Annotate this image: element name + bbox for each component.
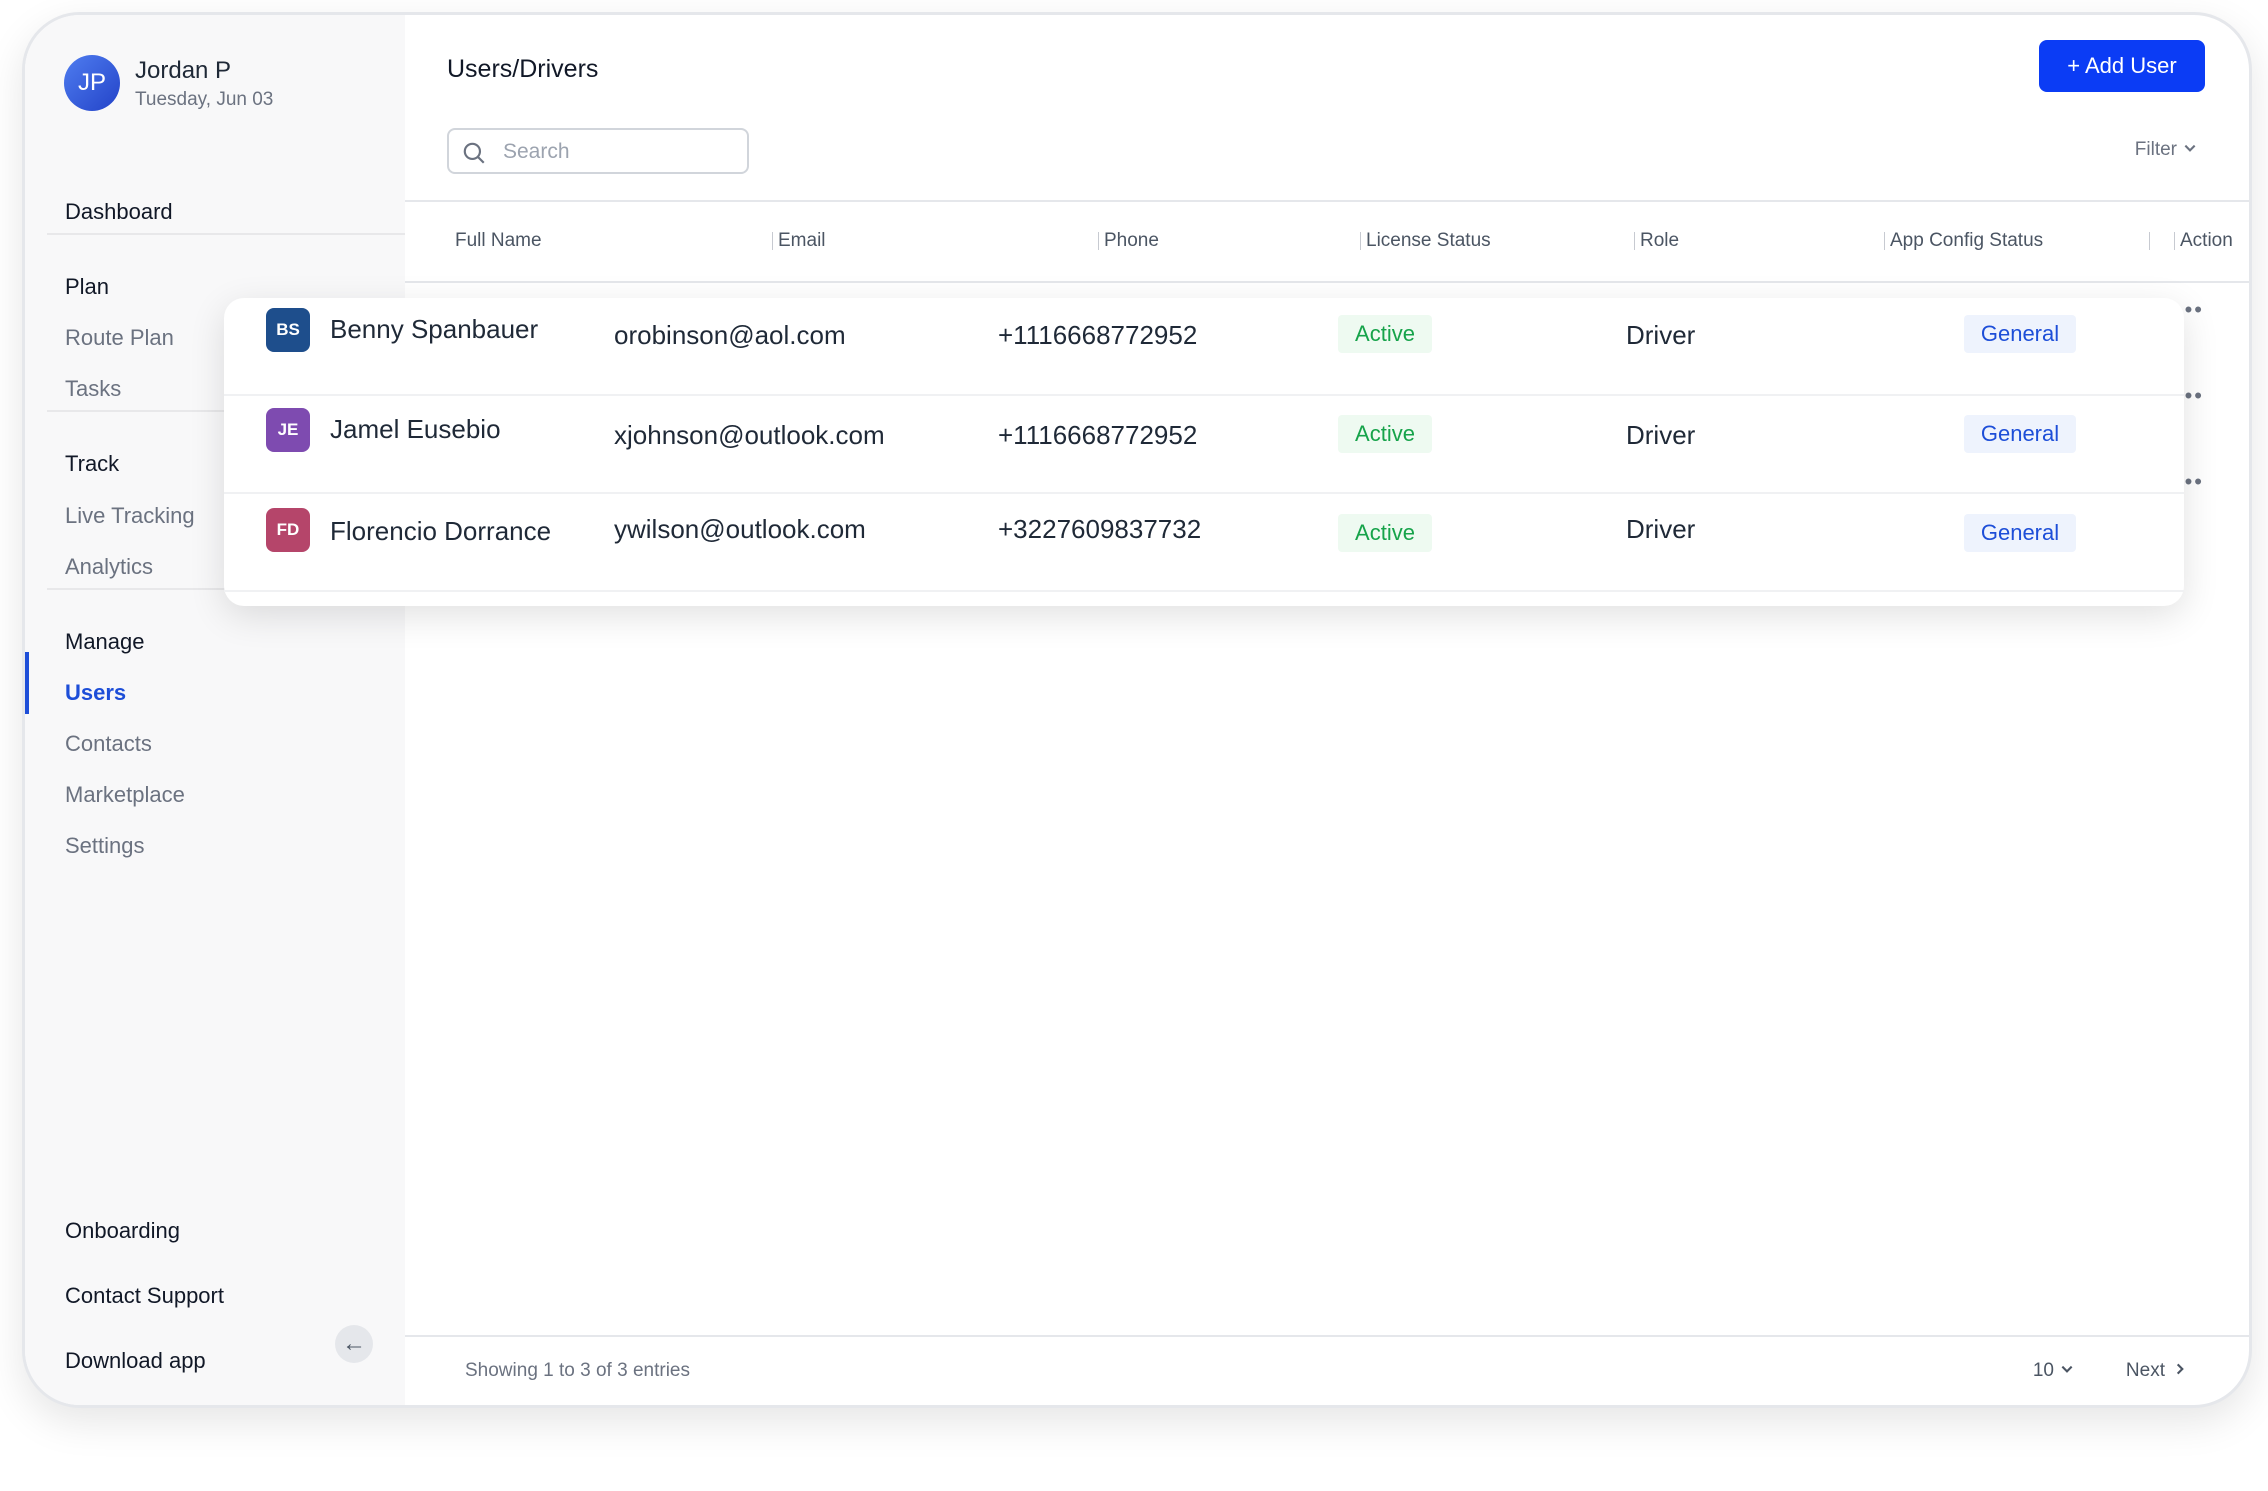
- column-header-license-status: License Status: [1366, 230, 1491, 251]
- row-action-menu-icon[interactable]: ••: [2185, 383, 2204, 409]
- sidebar-item-settings[interactable]: Settings: [65, 833, 145, 859]
- sidebar-item-contacts[interactable]: Contacts: [65, 731, 152, 757]
- sidebar-section-track: Track: [65, 451, 120, 476]
- app-config-status-badge: General: [1964, 514, 2076, 552]
- chevron-right-icon: [2173, 1360, 2187, 1382]
- table-header-divider: [405, 281, 2249, 283]
- sidebar-divider: [47, 233, 405, 235]
- page-title: Users/Drivers: [447, 55, 599, 83]
- column-separator: [2149, 232, 2150, 250]
- sidebar-item-contact-support[interactable]: Contact Support: [65, 1283, 224, 1309]
- chevron-down-icon: [2060, 1360, 2074, 1382]
- row-email: xjohnson@outlook.com: [614, 420, 885, 450]
- table-row[interactable]: FD Florencio Dorrance ywilson@outlook.co…: [224, 494, 2184, 592]
- pagination-summary: Showing 1 to 3 of 3 entries: [465, 1360, 690, 1381]
- column-separator: [772, 232, 773, 250]
- row-phone: +1116668772952: [998, 320, 1198, 350]
- column-separator: [1360, 232, 1361, 250]
- row-phone: +3227609837732: [998, 514, 1202, 544]
- column-header-full-name: Full Name: [455, 230, 542, 251]
- sidebar-section-manage: Manage: [65, 629, 145, 654]
- row-avatar: JE: [266, 408, 310, 452]
- column-header-email: Email: [778, 230, 826, 251]
- row-avatar: FD: [266, 508, 310, 552]
- license-status-badge: Active: [1338, 315, 1432, 353]
- row-action-menu-icon[interactable]: ••: [2185, 297, 2204, 323]
- search-icon: [461, 140, 487, 171]
- row-role: Driver: [1626, 320, 1696, 350]
- app-config-status-badge: General: [1964, 415, 2076, 453]
- row-phone: +1116668772952: [998, 420, 1198, 450]
- column-header-action: Action: [2180, 230, 2233, 251]
- row-full-name: Jamel Eusebio: [330, 414, 501, 444]
- row-full-name: Florencio Dorrance: [330, 516, 552, 546]
- search-box[interactable]: [447, 128, 749, 174]
- app-window: JP Jordan P Tuesday, Jun 03 Dashboard Pl…: [22, 12, 2252, 1408]
- user-date: Tuesday, Jun 03: [135, 89, 274, 110]
- column-header-app-config-status: App Config Status: [1890, 230, 2044, 251]
- license-status-badge: Active: [1338, 514, 1432, 552]
- search-input[interactable]: [501, 136, 735, 168]
- app-config-status-badge: General: [1964, 315, 2076, 353]
- column-separator: [1634, 232, 1635, 250]
- header-divider: [405, 200, 2249, 202]
- sidebar-item-download-app[interactable]: Download app: [65, 1348, 206, 1374]
- column-separator: [1098, 232, 1099, 250]
- main-content: Users/Drivers + Add User Filter Full Nam…: [405, 15, 2249, 1405]
- collapse-sidebar-button[interactable]: ←: [335, 1325, 373, 1363]
- row-avatar: BS: [266, 308, 310, 352]
- column-header-role: Role: [1640, 230, 1680, 251]
- column-separator: [1884, 232, 1885, 250]
- arrow-left-icon: ←: [342, 1330, 366, 1357]
- row-email: orobinson@aol.com: [614, 320, 846, 350]
- row-role: Driver: [1626, 514, 1696, 544]
- page-size-select[interactable]: 10: [2033, 1360, 2074, 1382]
- row-full-name: Benny Spanbauer: [330, 314, 539, 344]
- row-divider: [224, 590, 2184, 592]
- sidebar-item-dashboard[interactable]: Dashboard: [65, 199, 173, 225]
- page-size-value: 10: [2032, 1360, 2054, 1381]
- table-row[interactable]: BS Benny Spanbauer orobinson@aol.com +11…: [224, 298, 2184, 396]
- sidebar-item-analytics[interactable]: Analytics: [65, 554, 153, 580]
- row-action-menu-icon[interactable]: ••: [2185, 469, 2204, 495]
- user-rows-popup: BS Benny Spanbauer orobinson@aol.com +11…: [224, 298, 2184, 606]
- license-status-badge: Active: [1338, 415, 1432, 453]
- sidebar-item-live-tracking[interactable]: Live Tracking: [65, 503, 195, 529]
- user-avatar[interactable]: JP: [64, 55, 120, 111]
- sidebar-section-plan: Plan: [65, 274, 110, 299]
- column-header-phone: Phone: [1104, 230, 1159, 251]
- sidebar-item-tasks[interactable]: Tasks: [65, 376, 121, 402]
- active-indicator: [25, 652, 29, 714]
- sidebar-item-marketplace[interactable]: Marketplace: [65, 782, 185, 808]
- user-name: Jordan P: [135, 57, 232, 84]
- add-user-button[interactable]: + Add User: [2039, 40, 2205, 92]
- filter-label: Filter: [2134, 139, 2177, 160]
- sidebar-item-users[interactable]: Users: [65, 680, 126, 706]
- next-page-button[interactable]: Next: [2126, 1360, 2187, 1382]
- sidebar: JP Jordan P Tuesday, Jun 03 Dashboard Pl…: [25, 15, 405, 1405]
- sidebar-item-onboarding[interactable]: Onboarding: [65, 1218, 180, 1244]
- filter-dropdown[interactable]: Filter: [2135, 139, 2197, 161]
- table-row[interactable]: JE Jamel Eusebio xjohnson@outlook.com +1…: [224, 396, 2184, 494]
- sidebar-item-route-plan[interactable]: Route Plan: [65, 325, 174, 351]
- row-email: ywilson@outlook.com: [614, 514, 866, 544]
- chevron-down-icon: [2183, 139, 2197, 161]
- column-separator: [2174, 232, 2175, 250]
- row-role: Driver: [1626, 420, 1696, 450]
- footer-divider: [405, 1335, 2249, 1337]
- next-label: Next: [2125, 1360, 2165, 1381]
